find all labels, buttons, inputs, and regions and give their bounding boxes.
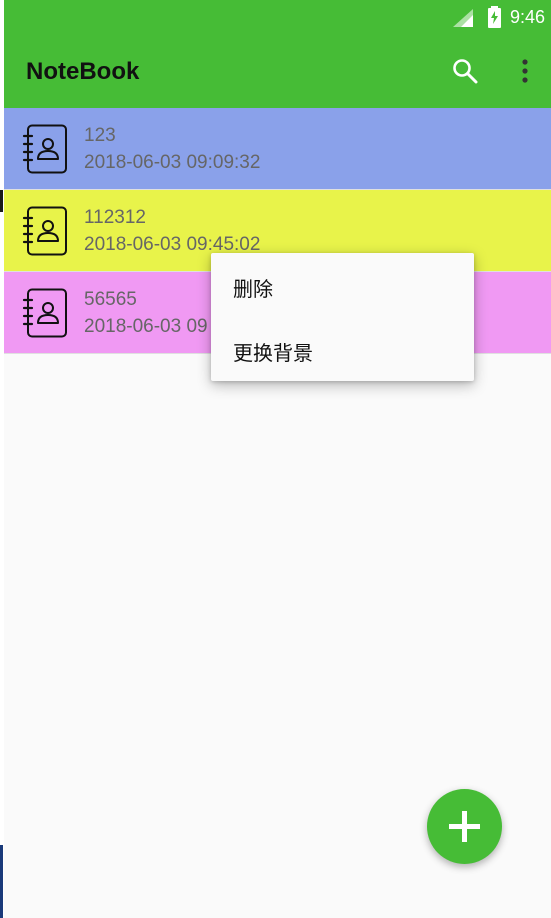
app-title: NoteBook [26, 58, 140, 85]
note-time: 2018-06-03 09:09:32 [84, 152, 261, 173]
menu-item-change-background[interactable]: 更换背景 [211, 317, 474, 381]
app-screen: 9:46 NoteBook 123 2018-06-03 09:09:32 11… [0, 0, 551, 918]
menu-item-label: 删除 [233, 277, 273, 301]
notebook-icon [22, 288, 67, 338]
add-icon [449, 811, 480, 842]
search-icon[interactable] [452, 58, 478, 84]
context-menu: 删除 更换背景 [211, 253, 474, 381]
menu-item-delete[interactable]: 删除 [211, 253, 474, 317]
battery-charging-icon [488, 6, 501, 28]
note-item[interactable]: 123 2018-06-03 09:09:32 [4, 108, 551, 190]
status-time: 9:46 [509, 7, 545, 27]
app-bar: NoteBook [4, 36, 551, 108]
note-time: 2018-06-03 09 [84, 316, 208, 337]
notebook-icon [22, 206, 67, 256]
menu-item-label: 更换背景 [233, 341, 313, 365]
edge-mark [0, 845, 3, 918]
note-title: 56565 [84, 289, 137, 310]
add-note-button[interactable] [427, 789, 502, 864]
note-title: 123 [84, 125, 116, 146]
note-title: 112312 [84, 207, 146, 228]
edge-mark [0, 190, 3, 212]
more-vert-icon[interactable] [516, 58, 534, 84]
status-bar: 9:46 [4, 0, 551, 36]
notebook-icon [22, 124, 67, 174]
signal-icon [453, 9, 473, 27]
